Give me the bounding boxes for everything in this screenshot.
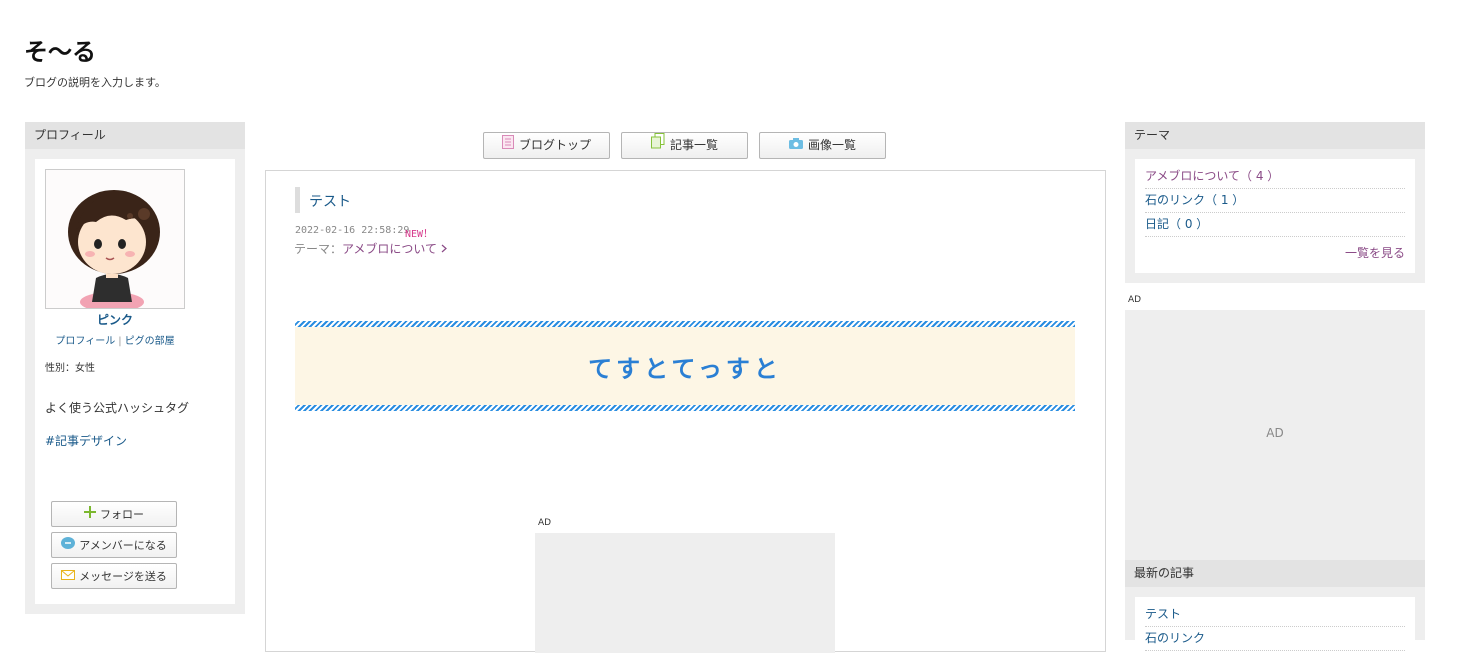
page-icon — [501, 133, 514, 158]
theme-prefix: テーマ： — [294, 242, 343, 256]
entry-list-button[interactable]: 記事一覧 — [621, 132, 748, 159]
banner-stripe-top — [295, 321, 1075, 327]
chevron-right-icon — [441, 242, 447, 256]
banner-stripe-bottom — [295, 405, 1075, 411]
theme-more-link[interactable]: 一覧を見る — [1345, 244, 1405, 261]
article-entry: テスト 2022-02-16 22:58:29 NEW！ テーマ：アメブロについ… — [265, 170, 1106, 653]
theme-sidebar: テーマ アメブロについて（ 4 ） 石のリンク（ 1 ） 日記（ 0 ） 一覧を… — [1125, 122, 1425, 283]
entry-theme: テーマ：アメブロについて — [294, 240, 447, 257]
camera-icon — [788, 133, 803, 158]
ad-label: AD — [1128, 295, 1142, 305]
avatar[interactable] — [45, 169, 185, 309]
entry-title[interactable]: テスト — [309, 191, 351, 211]
profile-name[interactable]: ピンク — [35, 311, 195, 328]
ad-slot[interactable] — [535, 533, 835, 653]
image-list-button[interactable]: 画像一覧 — [759, 132, 886, 159]
theme-link[interactable]: アメブロについて — [342, 242, 437, 256]
blog-title[interactable]: そ〜る — [24, 36, 96, 68]
hashtag-link[interactable]: #記事デザイン — [45, 432, 127, 449]
hashtag-heading: よく使う公式ハッシュタグ — [45, 401, 190, 415]
theme-item[interactable]: アメブロについて（ 4 ） — [1145, 165, 1405, 189]
entry-date: 2022-02-16 22:58:29 — [295, 225, 410, 236]
profile-sidebar: プロフィール ピンク プロフィール | ピグの部屋 性別：女性 よく使う公式ハッ… — [25, 122, 245, 614]
become-member-label: アメンバーになる — [79, 539, 167, 552]
envelope-icon — [61, 564, 76, 590]
theme-heading: テーマ — [1125, 122, 1425, 149]
entry-list-label: 記事一覧 — [669, 138, 718, 152]
recent-entries-sidebar: 最新の記事 テスト 石のリンク — [1125, 560, 1425, 657]
recent-heading: 最新の記事 — [1125, 560, 1425, 587]
documents-icon — [650, 133, 665, 158]
member-icon — [61, 533, 76, 559]
ad-label: AD — [538, 518, 552, 528]
become-member-button[interactable]: アメンバーになる — [51, 532, 177, 558]
link-separator: | — [118, 336, 122, 347]
recent-panel: テスト 石のリンク — [1135, 597, 1415, 657]
blog-description: ブログの説明を入力します。 — [24, 76, 166, 89]
profile-link[interactable]: プロフィール — [55, 336, 115, 347]
follow-button-label: フォロー — [100, 508, 144, 521]
heading-banner: てすとてっすと — [295, 321, 1075, 411]
title-accent-bar — [295, 187, 300, 213]
recent-entry-link[interactable]: テスト — [1145, 603, 1405, 627]
blog-top-button[interactable]: ブログトップ — [483, 132, 610, 159]
plus-icon — [84, 502, 96, 528]
pigg-room-link[interactable]: ピグの部屋 — [125, 336, 175, 347]
image-list-label: 画像一覧 — [807, 138, 856, 152]
theme-panel: アメブロについて（ 4 ） 石のリンク（ 1 ） 日記（ 0 ） 一覧を見る — [1135, 159, 1415, 273]
ad-slot[interactable]: AD — [1125, 310, 1425, 560]
gender-text: 性別：女性 — [45, 363, 95, 374]
avatar-image — [46, 170, 184, 308]
profile-links: プロフィール | ピグの部屋 — [35, 332, 195, 347]
theme-item[interactable]: 日記（ 0 ） — [1145, 213, 1405, 237]
new-badge: NEW！ — [405, 229, 434, 240]
profile-heading: プロフィール — [25, 122, 245, 149]
blog-top-label: ブログトップ — [518, 138, 591, 152]
profile-panel: ピンク プロフィール | ピグの部屋 性別：女性 よく使う公式ハッシュタグ #記事デ… — [35, 159, 235, 604]
send-message-label: メッセージを送る — [79, 570, 167, 583]
ad-placeholder-text: AD — [1266, 426, 1284, 440]
theme-item[interactable]: 石のリンク（ 1 ） — [1145, 189, 1405, 213]
banner-text: てすとてっすと — [588, 355, 782, 383]
follow-button[interactable]: フォロー — [51, 501, 177, 527]
recent-entry-link[interactable]: 石のリンク — [1145, 627, 1405, 651]
send-message-button[interactable]: メッセージを送る — [51, 563, 177, 589]
